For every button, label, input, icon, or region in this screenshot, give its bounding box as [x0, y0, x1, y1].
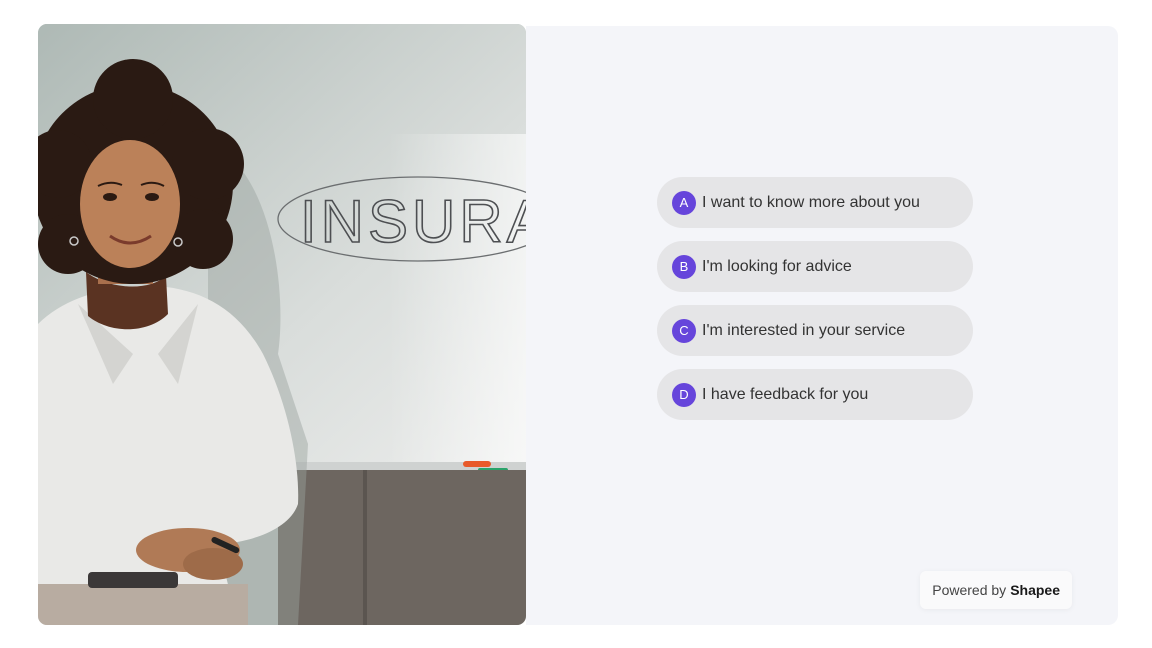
- option-b-label: I'm looking for advice: [702, 257, 852, 275]
- whiteboard-text: INSURA: [300, 188, 526, 255]
- option-d-label: I have feedback for you: [702, 385, 869, 403]
- option-d-key-badge: D: [672, 382, 696, 407]
- options-panel: A I want to know more about you B I'm lo…: [526, 26, 1118, 625]
- options-list: A I want to know more about you B I'm lo…: [657, 177, 973, 433]
- option-a-key-badge: A: [672, 190, 696, 215]
- option-b-button[interactable]: B I'm looking for advice: [657, 241, 973, 292]
- option-b-key-badge: B: [672, 254, 696, 279]
- option-c-button[interactable]: C I'm interested in your service: [657, 305, 973, 356]
- option-c-label: I'm interested in your service: [702, 321, 906, 339]
- option-d-button[interactable]: D I have feedback for you: [657, 369, 973, 420]
- option-a-button[interactable]: A I want to know more about you: [657, 177, 973, 228]
- option-a-label: I want to know more about you: [702, 193, 920, 211]
- hero-photo: INSURA: [38, 24, 526, 625]
- brand-name: Shapee: [1010, 582, 1060, 598]
- powered-by-badge[interactable]: Powered by Shapee: [920, 571, 1072, 609]
- option-c-key-badge: C: [672, 318, 696, 343]
- powered-by-text: Powered by: [932, 582, 1007, 598]
